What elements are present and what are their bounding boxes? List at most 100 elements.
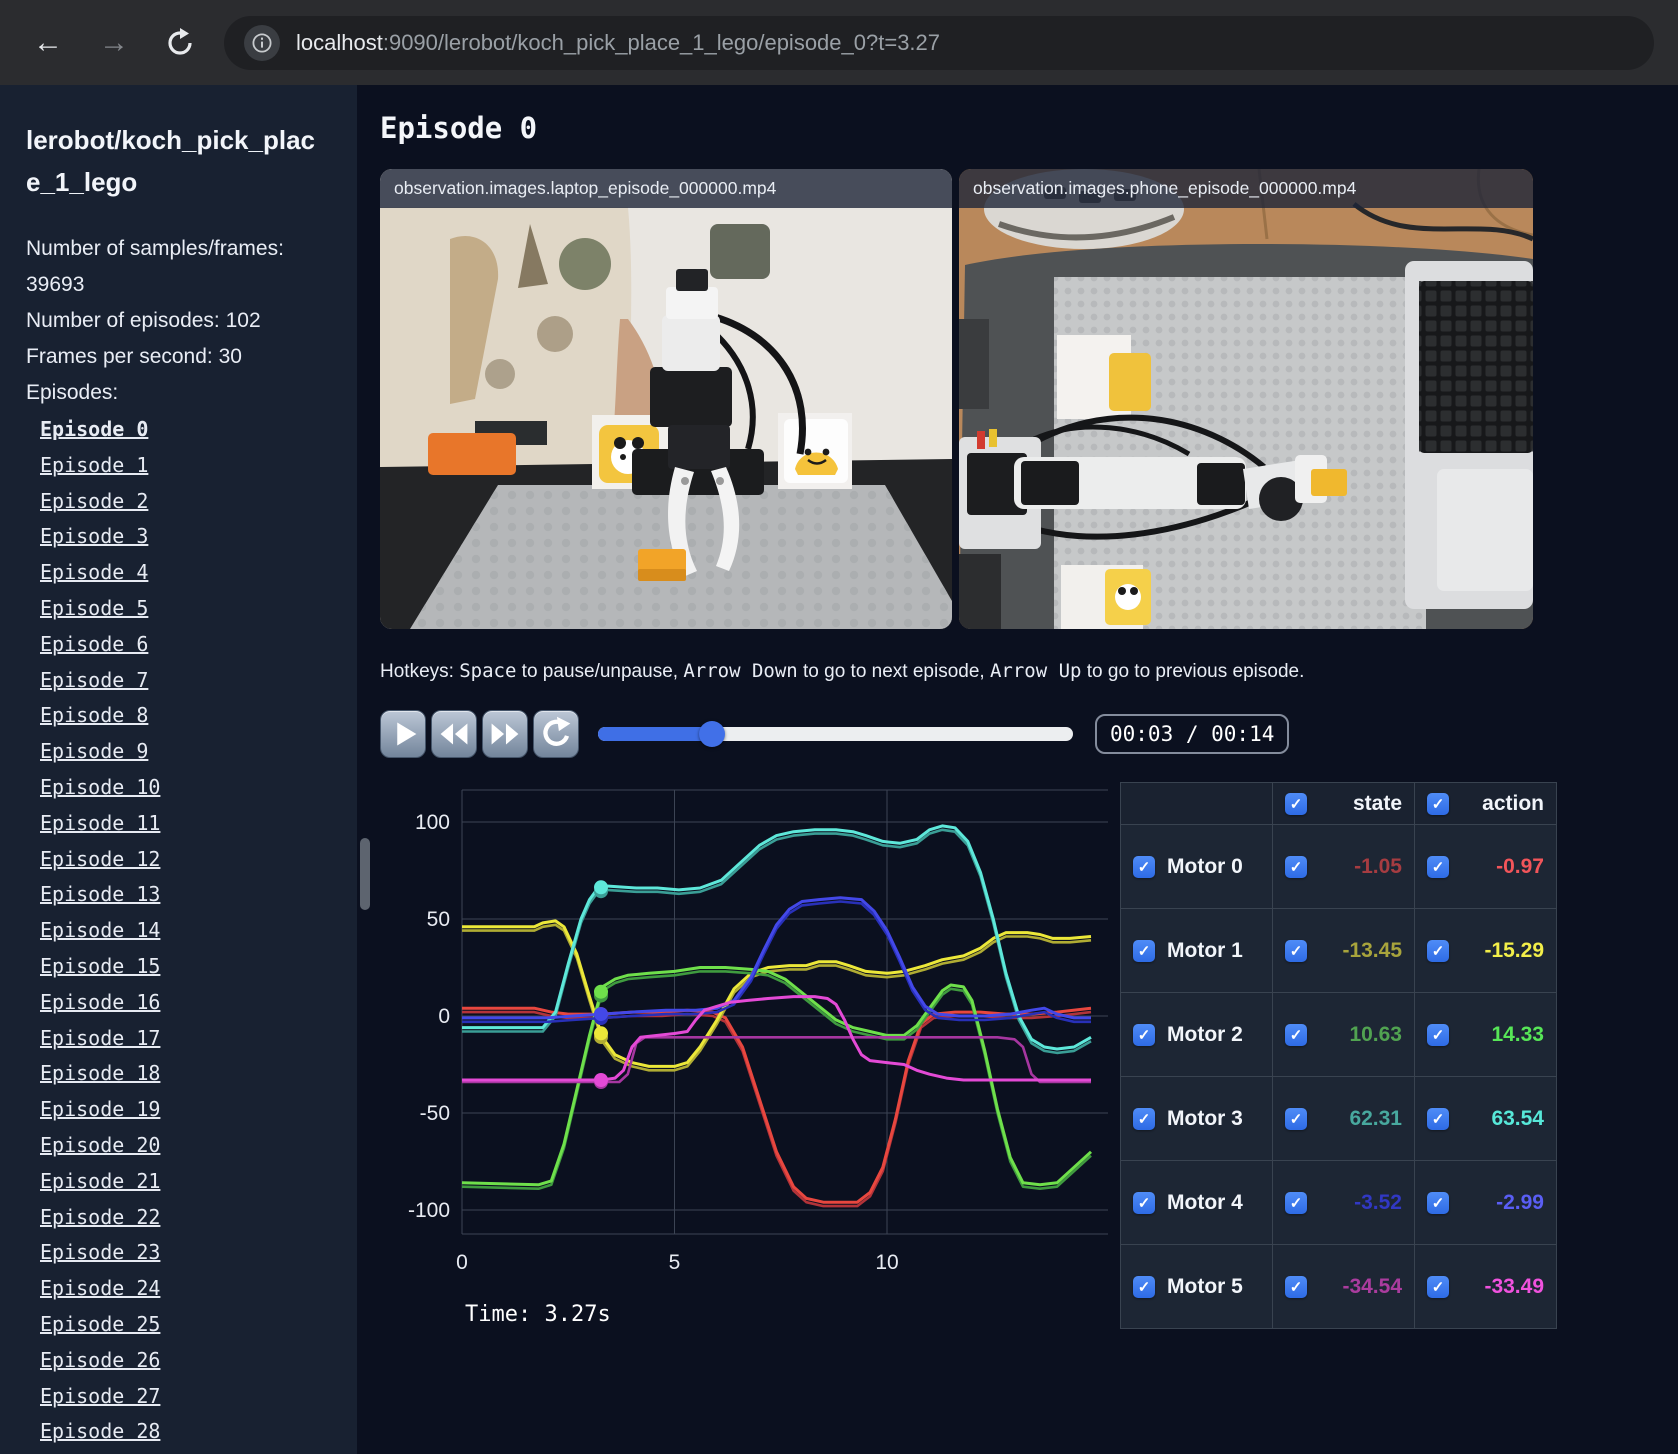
episode-list-item: Episode 20 — [40, 1129, 337, 1165]
motor-action-cell: ✓ -0.97 — [1414, 824, 1557, 909]
episode-list-item: Episode 2 — [40, 485, 337, 521]
episode-link[interactable]: Episode 10 — [40, 775, 160, 799]
episode-link[interactable]: Episode 11 — [40, 811, 160, 835]
checkbox[interactable]: ✓ — [1285, 1191, 1307, 1214]
header-state-cell: ✓ state — [1272, 782, 1415, 825]
checkbox[interactable]: ✓ — [1133, 1023, 1155, 1046]
checkbox[interactable]: ✓ — [1285, 1107, 1307, 1130]
motor-label: Motor 1 — [1167, 938, 1243, 962]
episode-list-item: Episode 8 — [40, 699, 337, 735]
checkbox[interactable]: ✓ — [1427, 1107, 1449, 1130]
checkbox[interactable]: ✓ — [1427, 1023, 1449, 1046]
episode-link[interactable]: Episode 8 — [40, 703, 148, 727]
bottom-section: 0 5 10 100 50 0 -50 -100 Time: 3.27s ✓ state — [380, 782, 1678, 1329]
svg-text:0: 0 — [438, 1005, 450, 1028]
episode-link[interactable]: Episode 27 — [40, 1384, 160, 1408]
episode-link[interactable]: Episode 22 — [40, 1205, 160, 1229]
episode-link[interactable]: Episode 4 — [40, 560, 148, 584]
episode-link[interactable]: Episode 15 — [40, 954, 160, 978]
checkbox[interactable]: ✓ — [1427, 855, 1449, 878]
episode-link[interactable]: Episode 13 — [40, 882, 160, 906]
episode-link[interactable]: Episode 14 — [40, 918, 160, 942]
episode-link[interactable]: Episode 24 — [40, 1276, 160, 1300]
episode-link[interactable]: Episode 5 — [40, 596, 148, 620]
video-row: observation.images.laptop_episode_000000… — [380, 169, 1678, 629]
stat-episodes: Number of episodes: 102 — [26, 309, 261, 332]
episode-link[interactable]: Episode 18 — [40, 1061, 160, 1085]
table-row: ✓ Motor 2 ✓ 10.63 ✓ 14.33 — [1120, 992, 1557, 1077]
seek-thumb[interactable] — [699, 721, 725, 747]
episode-link[interactable]: Episode 19 — [40, 1097, 160, 1121]
header-action-cell: ✓ action — [1414, 782, 1557, 825]
checkbox[interactable]: ✓ — [1427, 1275, 1449, 1298]
motors-chart[interactable]: 0 5 10 100 50 0 -50 -100 — [380, 782, 1112, 1292]
episode-link[interactable]: Episode 26 — [40, 1348, 160, 1372]
episode-list-item: Episode 28 — [40, 1415, 337, 1451]
loop-button[interactable] — [533, 710, 579, 758]
episode-list-item: Episode 16 — [40, 986, 337, 1022]
scrollbar-thumb[interactable] — [360, 838, 370, 910]
checkbox[interactable]: ✓ — [1285, 939, 1307, 962]
episode-link[interactable]: Episode 6 — [40, 632, 148, 656]
checkbox[interactable]: ✓ — [1133, 855, 1155, 878]
table-header-row: ✓ state ✓ action — [1120, 782, 1557, 825]
dataset-title: lerobot/koch_pick_place_1_lego — [26, 125, 315, 197]
svg-text:0: 0 — [456, 1251, 468, 1274]
forward-arrow-icon[interactable]: → — [92, 21, 136, 65]
svg-text:10: 10 — [875, 1251, 898, 1274]
action-column-label: action — [1482, 791, 1544, 815]
page-title: Episode 0 — [380, 111, 538, 145]
checkbox[interactable]: ✓ — [1285, 1275, 1307, 1298]
episode-link[interactable]: Episode 17 — [40, 1026, 160, 1050]
reload-icon[interactable] — [158, 21, 202, 65]
episode-link[interactable]: Episode 0 — [40, 417, 148, 441]
episode-link[interactable]: Episode 9 — [40, 739, 148, 763]
video-phone[interactable]: observation.images.phone_episode_000000.… — [959, 169, 1533, 629]
hotkey-arrow-down: Arrow Down — [683, 660, 798, 682]
seek-slider[interactable] — [598, 721, 1073, 747]
episode-link[interactable]: Episode 28 — [40, 1419, 160, 1443]
fast-forward-button[interactable] — [482, 710, 528, 758]
checkbox[interactable]: ✓ — [1285, 855, 1307, 878]
checkbox[interactable]: ✓ — [1133, 1275, 1155, 1298]
rewind-button[interactable] — [431, 710, 477, 758]
state-column-checkbox[interactable]: ✓ — [1285, 792, 1307, 815]
episode-list-item: Episode 11 — [40, 807, 337, 843]
checkbox[interactable]: ✓ — [1285, 1023, 1307, 1046]
episode-list-item: Episode 10 — [40, 771, 337, 807]
motor-action-cell: ✓ 14.33 — [1414, 992, 1557, 1077]
main-panel: Episode 0 observation.images.laptop_epis… — [357, 85, 1678, 1454]
episode-link[interactable]: Episode 3 — [40, 524, 148, 548]
episode-link[interactable]: Episode 2 — [40, 489, 148, 513]
episode-link[interactable]: Episode 1 — [40, 453, 148, 477]
episode-link[interactable]: Episode 21 — [40, 1169, 160, 1193]
episode-link[interactable]: Episode 12 — [40, 847, 160, 871]
back-arrow-icon[interactable]: ← — [26, 21, 70, 65]
checkbox[interactable]: ✓ — [1427, 939, 1449, 962]
episode-link[interactable]: Episode 16 — [40, 990, 160, 1014]
episode-link[interactable]: Episode 25 — [40, 1312, 160, 1336]
url-bar[interactable]: localhost:9090/lerobot/koch_pick_place_1… — [224, 15, 1654, 70]
motor-table: ✓ state ✓ action ✓ Motor 0 ✓ -1.05 ✓ -0.97 ✓ Mo — [1120, 782, 1557, 1329]
episode-list-item: Episode 3 — [40, 520, 337, 556]
episode-link[interactable]: Episode 20 — [40, 1133, 160, 1157]
video-laptop[interactable]: observation.images.laptop_episode_000000… — [380, 169, 952, 629]
table-row: ✓ Motor 5 ✓ -34.54 ✓ -33.49 — [1120, 1244, 1557, 1329]
episode-link[interactable]: Episode 7 — [40, 668, 148, 692]
checkbox[interactable]: ✓ — [1133, 939, 1155, 962]
checkbox[interactable]: ✓ — [1427, 1191, 1449, 1214]
action-column-checkbox[interactable]: ✓ — [1427, 792, 1449, 815]
episode-list-item: Episode 17 — [40, 1022, 337, 1058]
state-value: 10.63 — [1349, 1022, 1402, 1046]
checkbox[interactable]: ✓ — [1133, 1107, 1155, 1130]
episode-link[interactable]: Episode 23 — [40, 1240, 160, 1264]
rewind-icon — [440, 723, 468, 745]
table-row: ✓ Motor 0 ✓ -1.05 ✓ -0.97 — [1120, 824, 1557, 909]
page-info-icon[interactable] — [244, 24, 280, 61]
checkbox[interactable]: ✓ — [1133, 1191, 1155, 1214]
episodes-label: Episodes: — [26, 381, 119, 404]
play-button[interactable] — [380, 710, 426, 758]
url-path: :9090/lerobot/koch_pick_place_1_lego/epi… — [382, 29, 941, 55]
action-value: -2.99 — [1496, 1190, 1544, 1214]
info-glyph — [252, 32, 272, 53]
